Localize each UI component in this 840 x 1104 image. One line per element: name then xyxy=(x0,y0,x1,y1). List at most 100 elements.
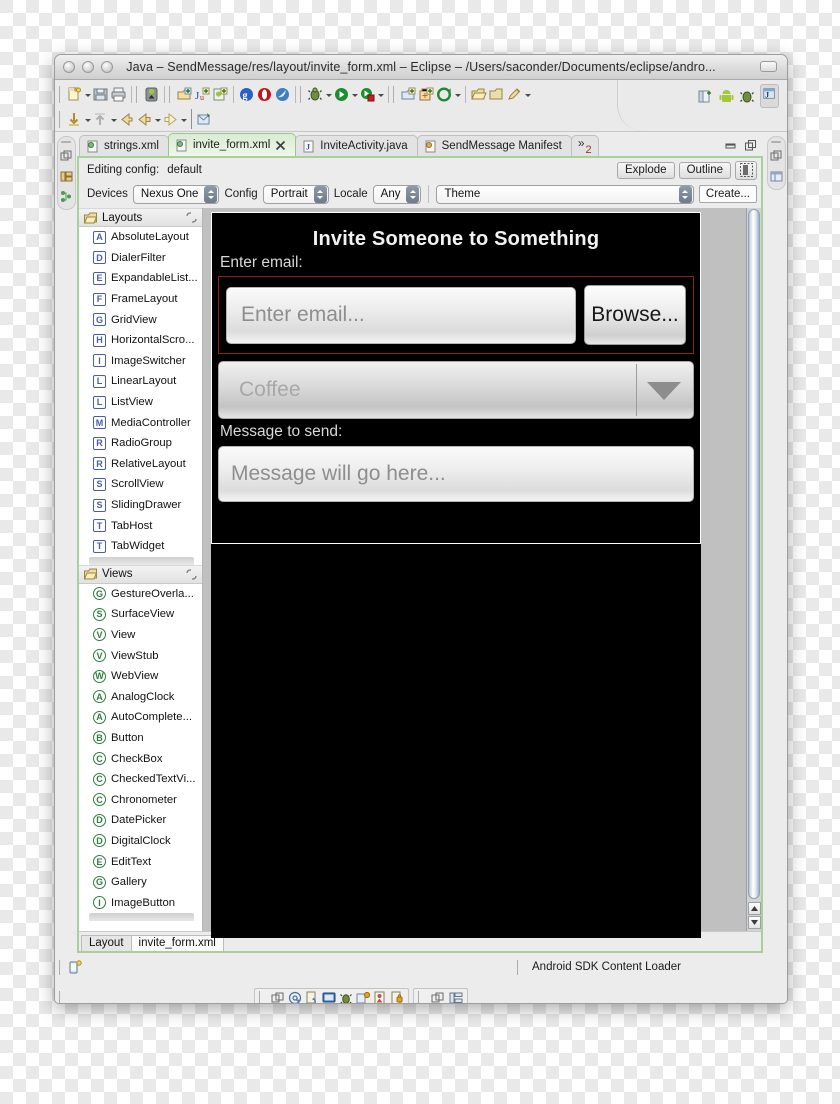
locale-combo[interactable]: Any xyxy=(372,184,422,204)
link-icon[interactable] xyxy=(271,991,285,1003)
restore-view-icon[interactable] xyxy=(770,150,783,163)
toolbar-grip[interactable] xyxy=(169,86,174,103)
step-down-dropdown-arrow[interactable] xyxy=(84,111,91,128)
close-button[interactable] xyxy=(63,61,75,73)
new-android-xml-icon[interactable] xyxy=(212,86,229,103)
run-icon[interactable] xyxy=(333,86,350,103)
git-dropdown-arrow[interactable] xyxy=(454,86,461,103)
step-up-dropdown-arrow[interactable] xyxy=(110,111,117,128)
lock-icon[interactable] xyxy=(390,991,404,1003)
palette-item-horizontalscrollview[interactable]: H HorizontalScro... xyxy=(79,330,202,351)
palette-item-gallery[interactable]: G Gallery xyxy=(79,872,202,893)
dolphin-browser-icon[interactable] xyxy=(274,86,291,103)
new-class-icon[interactable] xyxy=(418,86,435,103)
scroll-up-button[interactable] xyxy=(747,902,761,915)
tab-overflow-button[interactable]: » 2 xyxy=(570,135,599,156)
locale-stepper[interactable] xyxy=(406,185,420,203)
git-icon[interactable] xyxy=(436,86,453,103)
palette-item-framelayout[interactable]: F FrameLayout xyxy=(79,289,202,310)
tab-sendmessage-manifest[interactable]: SendMessage Manifest xyxy=(416,135,572,156)
palette-item-absolutelayout[interactable]: A AbsoluteLayout xyxy=(79,227,202,248)
next-icon[interactable] xyxy=(162,111,179,128)
scroll-down-button[interactable] xyxy=(747,916,761,929)
palette-item-viewstub[interactable]: V ViewStub xyxy=(79,645,202,666)
collapse-all-icon[interactable] xyxy=(186,212,197,223)
bottom-tab-invite-form-xml[interactable]: invite_form.xml xyxy=(130,935,224,951)
preview-selected-row[interactable]: Enter email... Browse... xyxy=(218,276,694,354)
debug-icon[interactable] xyxy=(307,86,324,103)
canvas-vertical-scrollbar[interactable] xyxy=(746,208,761,931)
restore-view-icon[interactable] xyxy=(60,150,73,163)
variables-icon[interactable] xyxy=(373,991,387,1003)
palette-item-checkbox[interactable]: C CheckBox xyxy=(79,748,202,769)
debug-dropdown-arrow[interactable] xyxy=(325,86,332,103)
new-junit-test-icon[interactable]: Ju xyxy=(194,86,211,103)
palette-item-surfaceview[interactable]: S SurfaceView xyxy=(79,604,202,625)
scrollbar-thumb[interactable] xyxy=(748,209,760,899)
show-included-button[interactable] xyxy=(735,160,757,180)
palette-item-webview[interactable]: W WebView xyxy=(79,666,202,687)
palette-item-imagebutton[interactable]: I ImageButton xyxy=(79,892,202,913)
palette-item-datepicker[interactable]: D DatePicker xyxy=(79,810,202,831)
step-up-icon[interactable] xyxy=(92,111,109,128)
palette-item-scrollview[interactable]: S ScrollView xyxy=(79,474,202,495)
tab-strings-xml[interactable]: strings.xml xyxy=(79,135,169,156)
debug-bug-icon[interactable] xyxy=(339,991,353,1003)
print-icon[interactable] xyxy=(110,86,127,103)
opera-icon[interactable] xyxy=(256,86,273,103)
zoom-button[interactable] xyxy=(101,61,113,73)
theme-stepper[interactable] xyxy=(678,185,692,203)
config-stepper[interactable] xyxy=(313,185,327,203)
palette-item-gridview[interactable]: G GridView xyxy=(79,309,202,330)
tab-inviteactivity-java[interactable]: J InviteActivity.java xyxy=(295,135,418,156)
save-icon[interactable] xyxy=(92,86,109,103)
palette-item-tabwidget[interactable]: T TabWidget xyxy=(79,536,202,557)
palette-item-button[interactable]: B Button xyxy=(79,728,202,749)
outline-view-icon[interactable] xyxy=(60,190,73,203)
open-perspective-icon[interactable] xyxy=(697,88,714,105)
device-screen[interactable]: Invite Someone to Something Enter email:… xyxy=(211,212,701,544)
palette-item-analogclock[interactable]: A AnalogClock xyxy=(79,686,202,707)
palette-item-tabhost[interactable]: T TabHost xyxy=(79,515,202,536)
palette-group-layouts-header[interactable]: Layouts xyxy=(79,208,202,227)
console-icon[interactable] xyxy=(322,991,336,1003)
refresh-doc-icon[interactable] xyxy=(305,991,319,1003)
new-dropdown-arrow[interactable] xyxy=(84,86,91,103)
google-icon[interactable]: g xyxy=(238,86,255,103)
devices-stepper[interactable] xyxy=(204,185,218,203)
explode-button[interactable]: Explode xyxy=(617,161,675,179)
theme-combo[interactable]: Theme xyxy=(436,184,694,204)
palette-item-expandablelist[interactable]: E ExpandableList... xyxy=(79,268,202,289)
next-dropdown-arrow[interactable] xyxy=(180,111,187,128)
debug-perspective-icon[interactable] xyxy=(739,88,756,105)
java-perspective-icon[interactable]: J xyxy=(760,84,779,108)
palette-item-imageswitcher[interactable]: I ImageSwitcher xyxy=(79,351,202,372)
preview-browse-button[interactable]: Browse... xyxy=(584,285,686,345)
toolbar-grip[interactable] xyxy=(259,990,264,1003)
pencil-dropdown-arrow[interactable] xyxy=(524,86,531,103)
package-explorer-icon[interactable] xyxy=(60,170,73,183)
preview-email-input[interactable]: Enter email... xyxy=(226,286,576,344)
orientation-combo[interactable]: Portrait xyxy=(262,184,329,204)
open-folder-icon[interactable] xyxy=(470,86,487,103)
toolbar-toggle-button[interactable] xyxy=(760,61,777,72)
android-perspective-icon[interactable] xyxy=(718,88,735,105)
tab-invite-form-xml[interactable]: invite_form.xml xyxy=(167,133,297,156)
outline-button[interactable]: Outline xyxy=(678,161,731,179)
back-icon[interactable] xyxy=(118,111,135,128)
palette-item-mediacontroller[interactable]: M MediaController xyxy=(79,412,202,433)
palette-item-view[interactable]: V View xyxy=(79,625,202,646)
fast-view-handle[interactable] xyxy=(61,141,71,143)
palette-item-chronometer[interactable]: C Chronometer xyxy=(79,789,202,810)
collapse-all-icon[interactable] xyxy=(186,568,197,580)
minimize-icon[interactable] xyxy=(725,140,737,152)
window-resize-grip[interactable] xyxy=(771,1000,784,1003)
minimize-button[interactable] xyxy=(82,61,94,73)
new-wizard-icon[interactable] xyxy=(66,86,83,103)
open-type-icon[interactable] xyxy=(488,86,505,103)
hierarchy-icon[interactable] xyxy=(449,991,463,1003)
palette-item-slidingdrawer[interactable]: S SlidingDrawer xyxy=(79,495,202,516)
smartphone-status-icon[interactable] xyxy=(68,959,83,975)
fast-view-handle[interactable] xyxy=(771,141,781,143)
palette-item-linearlayout[interactable]: L LinearLayout xyxy=(79,371,202,392)
